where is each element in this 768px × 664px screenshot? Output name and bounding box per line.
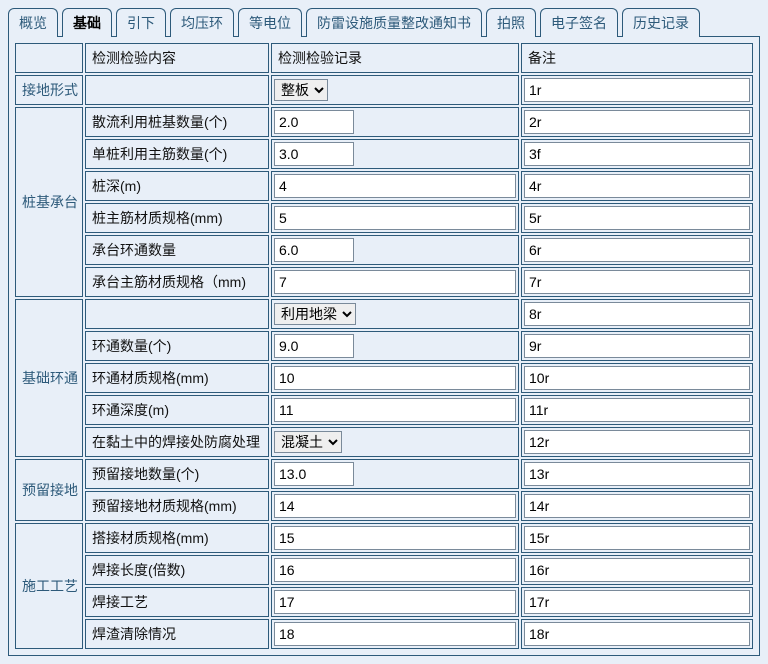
cell-ring3-content: 环通深度(m) [85, 395, 269, 425]
input-res2-remark[interactable] [524, 494, 750, 518]
row-pile6: 承台主筋材质规格（mm) [15, 267, 753, 297]
rowhead-ring: 基础环通 [15, 299, 83, 457]
input-proc1-value[interactable] [274, 526, 516, 550]
tab-basic[interactable]: 基础 [62, 8, 112, 37]
input-ring4-remark[interactable] [524, 430, 750, 454]
cell-pile4-content: 桩主筋材质规格(mm) [85, 203, 269, 233]
tab-bar: 概览 基础 引下 均压环 等电位 防雷设施质量整改通知书 拍照 电子签名 历史记… [8, 8, 760, 37]
header-record: 检测检验记录 [271, 43, 519, 73]
input-res1-value[interactable] [274, 462, 354, 486]
tab-junyahuan[interactable]: 均压环 [170, 8, 234, 37]
tab-yinxia[interactable]: 引下 [116, 8, 166, 37]
row-ring0: 基础环通 利用地梁 [15, 299, 753, 329]
cell-proc1-content: 搭接材质规格(mm) [85, 523, 269, 553]
input-pile4-value[interactable] [274, 206, 516, 230]
row-res2: 预留接地材质规格(mm) [15, 491, 753, 521]
cell-ring4-content: 在黏土中的焊接处防腐处理 [85, 427, 269, 457]
select-grounding-type[interactable]: 整板 [274, 79, 328, 101]
cell-ring2-content: 环通材质规格(mm) [85, 363, 269, 393]
header-remark: 备注 [521, 43, 753, 73]
input-proc1-remark[interactable] [524, 526, 750, 550]
row-proc2: 焊接长度(倍数) [15, 555, 753, 585]
cell-pile2-content: 单桩利用主筋数量(个) [85, 139, 269, 169]
input-pile6-remark[interactable] [524, 270, 750, 294]
cell-pile3-content: 桩深(m) [85, 171, 269, 201]
cell-pile6-content: 承台主筋材质规格（mm) [85, 267, 269, 297]
tab-overview[interactable]: 概览 [8, 8, 58, 37]
row-ring1: 环通数量(个) [15, 331, 753, 361]
row-pile3: 桩深(m) [15, 171, 753, 201]
input-proc3-value[interactable] [274, 590, 516, 614]
input-ring1-remark[interactable] [524, 334, 750, 358]
input-res1-remark[interactable] [524, 462, 750, 486]
cell-ring1-content: 环通数量(个) [85, 331, 269, 361]
cell-ring0-content [85, 299, 269, 329]
select-ring-type[interactable]: 利用地梁 [274, 303, 356, 325]
input-ring2-remark[interactable] [524, 366, 750, 390]
row-pile1: 桩基承台 散流利用桩基数量(个) [15, 107, 753, 137]
input-res2-value[interactable] [274, 494, 516, 518]
table-header-row: 检测检验内容 检测检验记录 备注 [15, 43, 753, 73]
input-proc3-remark[interactable] [524, 590, 750, 614]
select-ring4-value[interactable]: 混凝土 [274, 431, 342, 453]
input-pile5-value[interactable] [274, 238, 354, 262]
input-proc2-value[interactable] [274, 558, 516, 582]
row-pile4: 桩主筋材质规格(mm) [15, 203, 753, 233]
tab-dengdianwei[interactable]: 等电位 [238, 8, 302, 37]
tab-photo[interactable]: 拍照 [486, 8, 536, 37]
input-ring2-value[interactable] [274, 366, 516, 390]
input-ring3-value[interactable] [274, 398, 516, 422]
input-pile1-value[interactable] [274, 110, 354, 134]
row-ring3: 环通深度(m) [15, 395, 753, 425]
rowhead-pile: 桩基承台 [15, 107, 83, 297]
row-ring2: 环通材质规格(mm) [15, 363, 753, 393]
input-proc4-remark[interactable] [524, 622, 750, 646]
cell-proc3-content: 焊接工艺 [85, 587, 269, 617]
row-proc4: 焊渣清除情况 [15, 619, 753, 649]
cell-proc4-content: 焊渣清除情况 [85, 619, 269, 649]
input-pile3-value[interactable] [274, 174, 516, 198]
input-ring1-value[interactable] [274, 334, 354, 358]
input-ring0-remark[interactable] [524, 302, 750, 326]
cell-pile1-content: 散流利用桩基数量(个) [85, 107, 269, 137]
input-pile2-remark[interactable] [524, 142, 750, 166]
row-proc3: 焊接工艺 [15, 587, 753, 617]
panel-basic: 检测检验内容 检测检验记录 备注 接地形式 整板 桩基承台 散流利用桩基数量(个… [8, 36, 760, 656]
cell-res1-content: 预留接地数量(个) [85, 459, 269, 489]
rowhead-grounding: 接地形式 [15, 75, 83, 105]
header-content: 检测检验内容 [85, 43, 269, 73]
form-table: 检测检验内容 检测检验记录 备注 接地形式 整板 桩基承台 散流利用桩基数量(个… [13, 41, 755, 651]
row-ring4: 在黏土中的焊接处防腐处理 混凝土 [15, 427, 753, 457]
tab-rectify[interactable]: 防雷设施质量整改通知书 [306, 8, 482, 37]
cell-proc2-content: 焊接长度(倍数) [85, 555, 269, 585]
cell-grounding-record: 整板 [271, 75, 519, 105]
tab-sign[interactable]: 电子签名 [540, 8, 618, 37]
cell-grounding-content [85, 75, 269, 105]
input-pile6-value[interactable] [274, 270, 516, 294]
cell-grounding-remark [521, 75, 753, 105]
rowhead-process: 施工工艺 [15, 523, 83, 649]
tab-history[interactable]: 历史记录 [622, 8, 700, 37]
rowhead-reserve: 预留接地 [15, 459, 83, 521]
input-proc2-remark[interactable] [524, 558, 750, 582]
input-pile4-remark[interactable] [524, 206, 750, 230]
input-pile2-value[interactable] [274, 142, 354, 166]
input-pile5-remark[interactable] [524, 238, 750, 262]
cell-pile5-content: 承台环通数量 [85, 235, 269, 265]
input-proc4-value[interactable] [274, 622, 516, 646]
input-pile1-remark[interactable] [524, 110, 750, 134]
row-res1: 预留接地 预留接地数量(个) [15, 459, 753, 489]
row-pile2: 单桩利用主筋数量(个) [15, 139, 753, 169]
cell-res2-content: 预留接地材质规格(mm) [85, 491, 269, 521]
input-grounding-remark[interactable] [524, 78, 750, 102]
input-pile3-remark[interactable] [524, 174, 750, 198]
header-blank [15, 43, 83, 73]
row-pile5: 承台环通数量 [15, 235, 753, 265]
row-proc1: 施工工艺 搭接材质规格(mm) [15, 523, 753, 553]
input-ring3-remark[interactable] [524, 398, 750, 422]
row-grounding: 接地形式 整板 [15, 75, 753, 105]
